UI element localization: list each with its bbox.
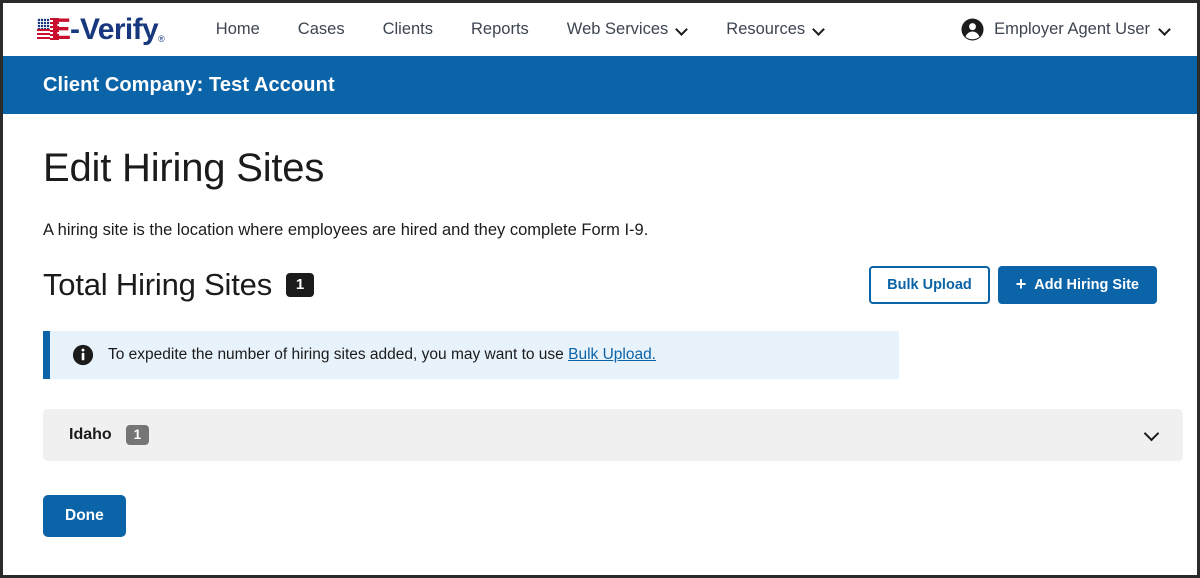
- section-action-buttons: Bulk Upload + Add Hiring Site: [869, 266, 1157, 304]
- info-alert-text: To expedite the number of hiring sites a…: [108, 346, 656, 364]
- nav-item-resources[interactable]: Resources: [707, 20, 844, 39]
- nav-item-label: Reports: [471, 20, 529, 38]
- nav-item-clients[interactable]: Clients: [364, 20, 452, 39]
- chevron-down-icon: [1160, 24, 1171, 35]
- bulk-upload-link[interactable]: Bulk Upload.: [568, 346, 656, 363]
- state-group-title-area: Idaho 1: [69, 424, 150, 446]
- chevron-down-icon: [677, 24, 688, 35]
- state-group-label: Idaho: [69, 426, 112, 443]
- form-actions: Done: [43, 495, 1157, 537]
- total-hiring-sites-count-badge: 1: [286, 272, 314, 298]
- info-circle-icon: [72, 344, 94, 366]
- add-hiring-site-button[interactable]: + Add Hiring Site: [997, 266, 1157, 304]
- plus-icon: +: [1015, 274, 1027, 294]
- chevron-down-icon[interactable]: [1145, 427, 1161, 443]
- logo-verify-text: Verify: [80, 12, 159, 46]
- page-title: Edit Hiring Sites: [43, 146, 325, 190]
- section-header-row: Total Hiring Sites 1 Bulk Upload + Add H…: [43, 266, 1157, 304]
- logo-registered-mark: ®: [158, 33, 165, 44]
- app-window: E - Verify ® Home Cases Clients Reports …: [0, 0, 1200, 578]
- state-group-count-badge: 1: [125, 424, 150, 446]
- client-company-label: Client Company: Test Account: [43, 73, 335, 96]
- nav-item-reports[interactable]: Reports: [452, 20, 548, 39]
- page-description: A hiring site is the location where empl…: [43, 221, 649, 239]
- chevron-down-icon: [814, 24, 825, 35]
- user-menu[interactable]: Employer Agent User: [961, 3, 1171, 56]
- user-name-label: Employer Agent User: [994, 20, 1150, 38]
- everify-logo[interactable]: E - Verify ®: [37, 13, 165, 47]
- nav-item-cases[interactable]: Cases: [279, 20, 364, 39]
- bulk-upload-button[interactable]: Bulk Upload: [869, 266, 990, 304]
- nav-item-label: Cases: [297, 20, 345, 38]
- bulk-upload-label: Bulk Upload: [887, 277, 972, 293]
- main-nav-links: Home Cases Clients Reports Web Services …: [197, 20, 844, 39]
- nav-item-web-services[interactable]: Web Services: [548, 20, 707, 39]
- nav-item-label: Clients: [382, 20, 434, 38]
- state-group-idaho[interactable]: Idaho 1: [43, 409, 1183, 461]
- nav-item-label: Web Services: [566, 20, 669, 38]
- client-company-banner: Client Company: Test Account: [3, 56, 1197, 114]
- section-title-group: Total Hiring Sites 1: [43, 267, 314, 303]
- nav-item-home[interactable]: Home: [197, 20, 279, 39]
- logo-letter-e: E: [51, 12, 71, 46]
- done-button[interactable]: Done: [43, 495, 126, 537]
- nav-item-label: Home: [215, 20, 260, 38]
- add-hiring-site-label: Add Hiring Site: [1034, 277, 1139, 293]
- top-navigation-bar: E - Verify ® Home Cases Clients Reports …: [3, 3, 1197, 56]
- user-circle-icon: [961, 18, 984, 41]
- info-alert: To expedite the number of hiring sites a…: [43, 331, 899, 379]
- logo-dash: -: [70, 12, 81, 46]
- done-label: Done: [65, 507, 104, 524]
- nav-item-label: Resources: [726, 20, 806, 38]
- main-content: Edit Hiring Sites A hiring site is the l…: [3, 145, 1197, 537]
- info-alert-message: To expedite the number of hiring sites a…: [108, 346, 569, 363]
- total-hiring-sites-label: Total Hiring Sites: [43, 267, 272, 302]
